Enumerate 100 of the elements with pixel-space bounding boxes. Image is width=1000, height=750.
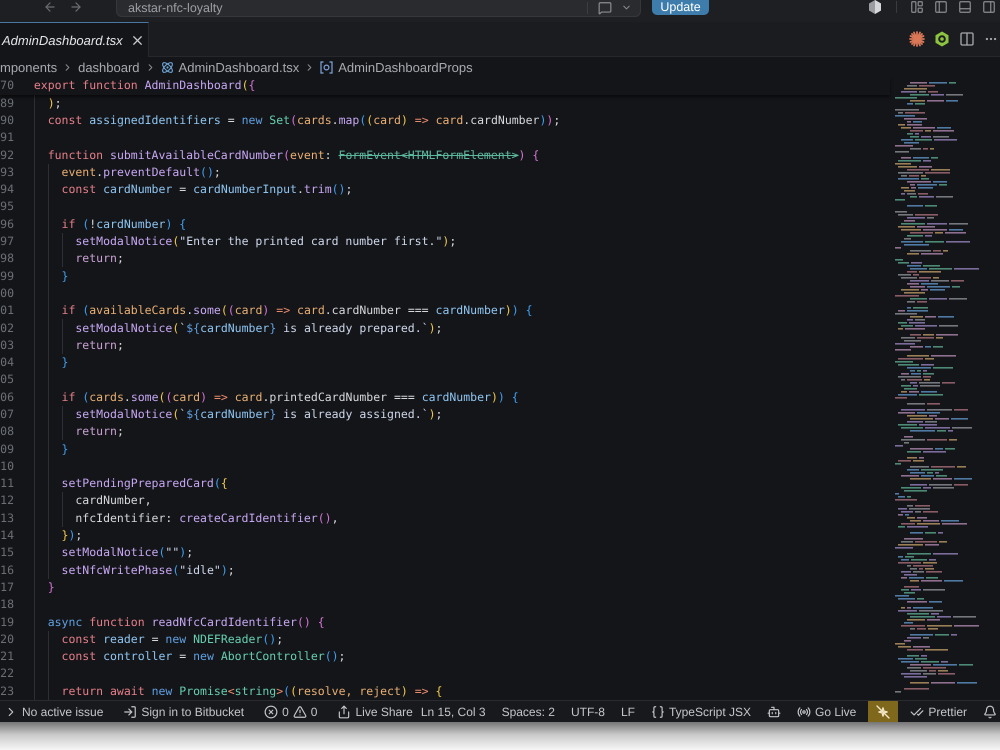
- line-number: 92: [0, 146, 15, 164]
- update-button[interactable]: Update: [652, 0, 709, 15]
- code-line: if (!cardNumber) {: [60, 216, 186, 233]
- status-item[interactable]: TypeScript JSX: [646, 701, 755, 722]
- sidebar-left-icon[interactable]: [934, 0, 948, 14]
- code-line: );: [46, 94, 62, 112]
- status-item[interactable]: Spaces: 2: [498, 701, 559, 722]
- line-number: 06: [0, 388, 15, 406]
- code-line: setPendingPreparedCard({: [60, 475, 228, 492]
- code-line: nfcIdentifier: createCardIdentifier(),: [74, 510, 339, 527]
- workspace-name: akstar-nfc-loyalty: [128, 0, 224, 14]
- code-line: setModalNotice(`${cardNumber} is already prepared.`);: [74, 320, 442, 336]
- symbol-icon: [320, 60, 334, 74]
- breadcrumb-item[interactable]: dashboard: [78, 60, 140, 74]
- code-line: event.preventDefault();: [60, 164, 221, 181]
- status-item[interactable]: Prettier: [906, 701, 972, 722]
- line-number: 01: [0, 302, 15, 320]
- code-line: const reader = new NDEFReader();: [60, 630, 284, 648]
- line-number: 18: [0, 596, 15, 614]
- line-number: 07: [0, 406, 15, 423]
- line-number: 97: [0, 233, 15, 250]
- line-number: 91: [0, 129, 15, 146]
- line-number: 21: [0, 648, 15, 666]
- line-number: 15: [0, 544, 15, 562]
- line-number: 11: [0, 475, 15, 492]
- status-item[interactable]: No active issue: [0, 701, 108, 722]
- breadcrumb-item[interactable]: AdminDashboard.tsx: [160, 60, 300, 74]
- bot-icon: [767, 704, 781, 718]
- warning-icon: [292, 704, 307, 718]
- code-line: const assignedIdentifiers = new Set(cards.map((card) => card.cardNumber));: [46, 112, 560, 129]
- code-line: }: [60, 268, 68, 285]
- line-number: 98: [0, 250, 15, 268]
- error-icon: [264, 704, 278, 718]
- line-number: 90: [0, 112, 15, 129]
- broadcast-icon: [797, 704, 811, 718]
- line-number: 00: [0, 284, 15, 302]
- line-number: 02: [0, 320, 15, 336]
- breadcrumb-item[interactable]: mponents: [0, 60, 58, 74]
- code-line: setModalNotice("Enter the printed card number first.");: [74, 233, 456, 250]
- problems-status-item[interactable]: 0 0: [260, 701, 322, 722]
- line-number: 05: [0, 371, 15, 388]
- sign-in-icon: [123, 704, 138, 718]
- line-number: 96: [0, 216, 15, 233]
- code-line: if (availableCards.some((card) => card.cardNumber === cardNumber)) {: [60, 302, 532, 320]
- line-number: 17: [0, 578, 15, 596]
- split-editor-icon[interactable]: [959, 31, 975, 47]
- status-item[interactable]: Ln 15, Col 3: [416, 701, 490, 722]
- line-number: 99: [0, 268, 15, 285]
- code-line: cardNumber,: [74, 492, 152, 510]
- code-line: }: [60, 354, 68, 372]
- line-number: 08: [0, 423, 15, 440]
- line-number: 13: [0, 510, 15, 527]
- breadcrumb-item[interactable]: AdminDashboardProps: [320, 60, 473, 74]
- status-item[interactable]: Live Share: [333, 701, 417, 722]
- cube-icon[interactable]: [867, 0, 883, 15]
- share-icon: [337, 704, 352, 718]
- status-item[interactable]: UTF-8: [566, 701, 609, 722]
- code-line: return;: [74, 250, 124, 268]
- panel-bottom-icon[interactable]: [958, 0, 972, 14]
- code-line: return;: [74, 423, 124, 440]
- code-line: }: [60, 440, 68, 458]
- command-center[interactable]: akstar-nfc-loyalty: [116, 0, 641, 17]
- code-line: setModalNotice("");: [60, 544, 194, 562]
- atom-icon: [160, 60, 174, 74]
- layout-icon[interactable]: [910, 0, 924, 14]
- line-number: 22: [0, 665, 15, 682]
- code-line: async function readNfcCardIdentifier() {: [46, 614, 325, 631]
- status-item[interactable]: Go Live: [793, 701, 860, 722]
- line-number: 70: [0, 77, 15, 94]
- starburst-icon[interactable]: [909, 31, 925, 47]
- code-line: function submitAvailableCardNumber(event: FormEvent<HTMLFormElement>) {: [46, 146, 540, 164]
- line-number: 14: [0, 527, 15, 544]
- line-number: 16: [0, 562, 15, 579]
- code-line: export function AdminDashboard({: [32, 77, 256, 94]
- code-line: });: [60, 527, 82, 544]
- bell-icon: [983, 704, 998, 718]
- code-line: const cardNumber = cardNumberInput.trim();: [60, 181, 352, 198]
- status-item[interactable]: LF: [616, 701, 639, 722]
- line-number: 12: [0, 492, 15, 510]
- line-number: 09: [0, 440, 15, 458]
- hexagon-icon[interactable]: [934, 31, 950, 47]
- line-number: 04: [0, 354, 15, 372]
- braces-icon: [650, 704, 665, 718]
- line-number: 95: [0, 198, 15, 216]
- code-line: return;: [74, 336, 124, 354]
- line-number: 19: [0, 614, 15, 631]
- code-line: setNfcWritePhase("idle");: [60, 562, 235, 579]
- editor-tab[interactable]: AdminDashboard.tsx: [0, 22, 149, 57]
- slashed-sparkle-icon: [876, 704, 890, 718]
- code-line: const controller = new AbortController();: [60, 648, 346, 666]
- code-line: }: [46, 578, 55, 596]
- line-number: 20: [0, 630, 15, 648]
- line-number: 94: [0, 181, 15, 198]
- chat-icon[interactable]: [598, 0, 612, 14]
- line-number: 23: [0, 682, 15, 700]
- code-line: return await new Promise<string>((resolve, reject) => {: [60, 682, 442, 700]
- line-number: 93: [0, 164, 15, 181]
- status-item[interactable]: Sign in to Bitbucket: [119, 701, 248, 722]
- code-line: setModalNotice(`${cardNumber} is already assigned.`);: [74, 406, 442, 423]
- sidebar-right-icon[interactable]: [982, 0, 996, 14]
